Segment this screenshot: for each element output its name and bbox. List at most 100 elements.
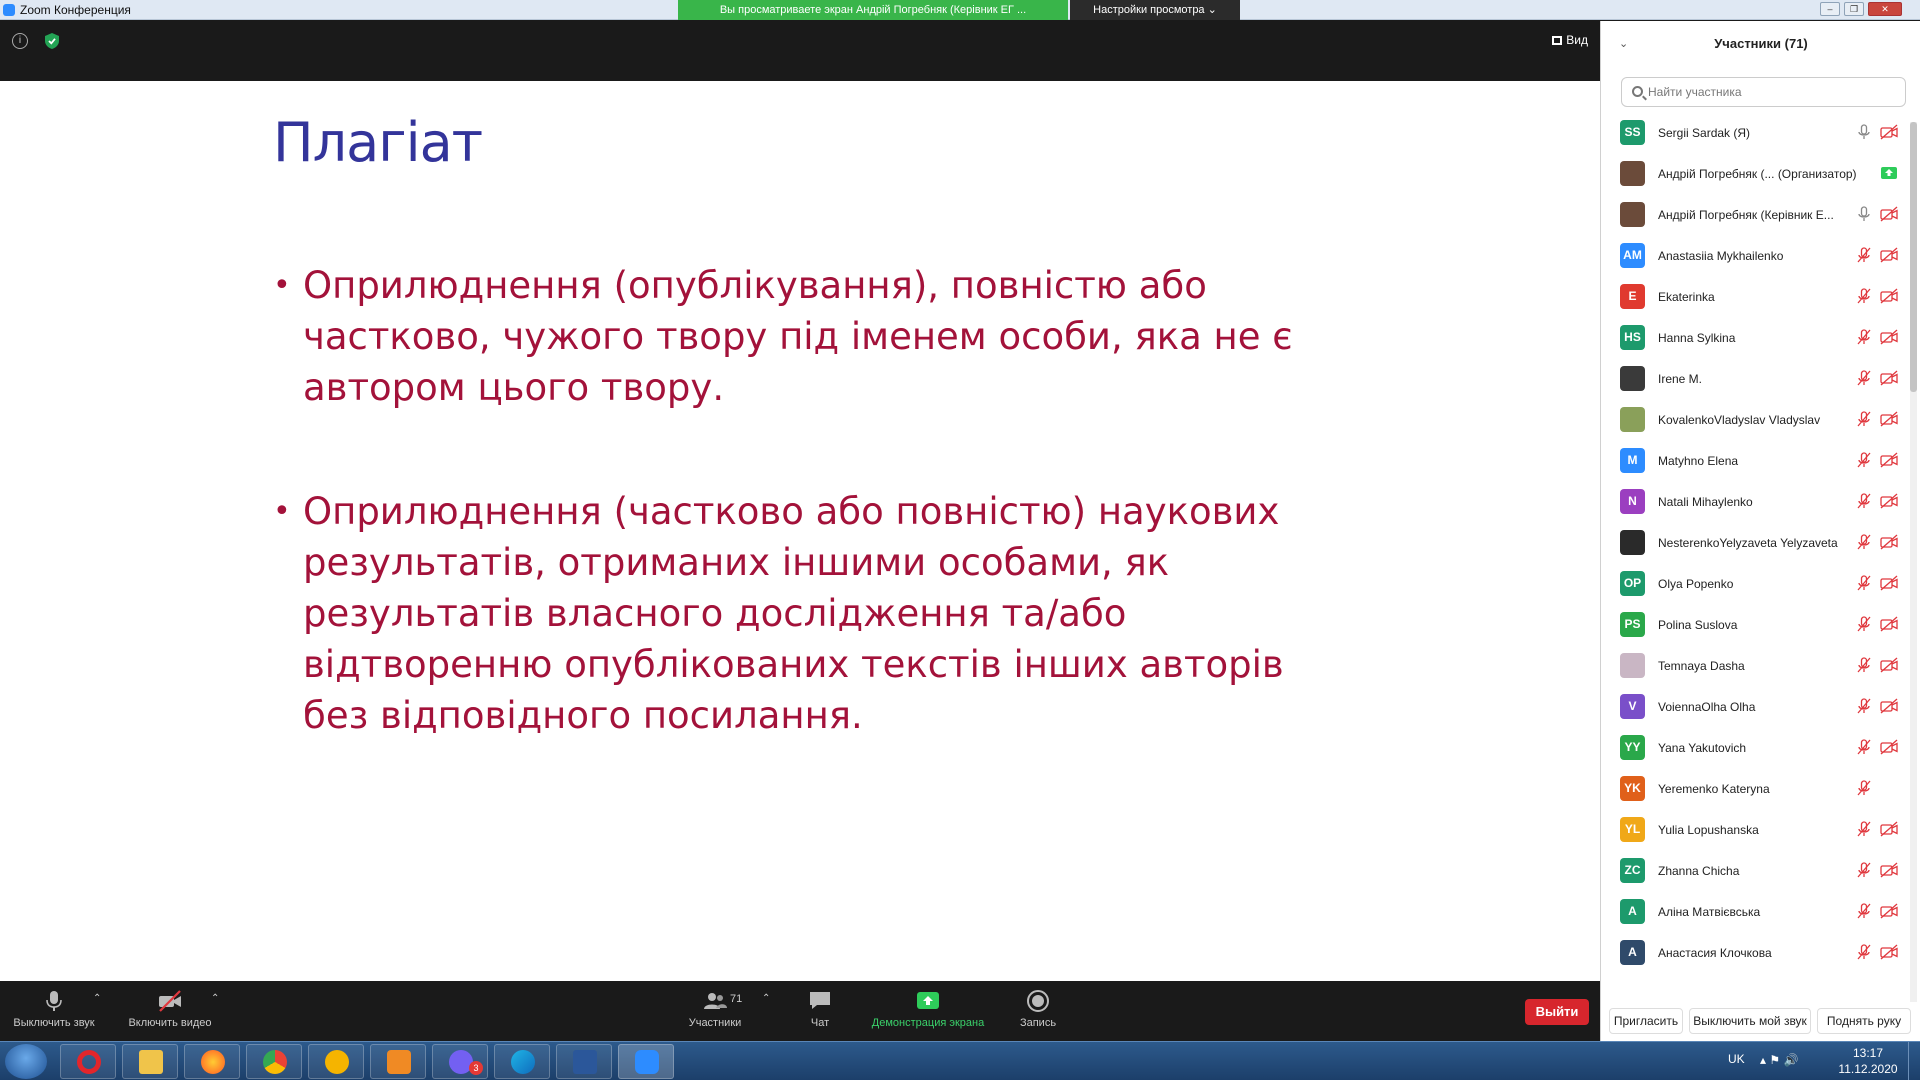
participant-name: Sergii Sardak (Я) <box>1658 126 1751 140</box>
record-button[interactable]: Запись <box>1010 981 1066 1041</box>
restore-button[interactable]: ❐ <box>1844 2 1864 16</box>
mic-muted-icon <box>1857 616 1871 632</box>
view-layout-button[interactable]: Вид <box>1552 33 1588 47</box>
participant-row[interactable]: M Matyhno Elena <box>1601 440 1911 481</box>
screen-share-icon <box>1881 167 1897 179</box>
mic-muted-icon <box>1857 944 1871 960</box>
avatar: YY <box>1620 735 1645 760</box>
participant-row[interactable]: Temnaya Dasha <box>1601 645 1911 686</box>
participants-panel-title: Участники (71) <box>1714 36 1808 51</box>
participant-row[interactable]: OP Olya Popenko <box>1601 563 1911 604</box>
edge-taskbar-button[interactable] <box>494 1044 550 1079</box>
shared-screen-slide: Плагіат • Оприлюднення (опублікування), … <box>0 81 1600 981</box>
participant-row[interactable]: SS Sergii Sardak (Я) <box>1601 112 1911 153</box>
participant-row[interactable]: А Аліна Матвієвська <box>1601 891 1911 932</box>
participant-row[interactable]: V VoiennaOlha Olha <box>1601 686 1911 727</box>
show-desktop-button[interactable] <box>1908 1042 1920 1080</box>
participant-name: NesterenkoYelyzaveta Yelyzaveta <box>1658 536 1838 550</box>
clock-date: 11.12.2020 <box>1838 1062 1898 1076</box>
record-label: Запись <box>1019 1017 1057 1029</box>
meeting-info-icon[interactable]: i <box>12 33 28 49</box>
video-off-icon <box>159 990 181 1012</box>
security-app-taskbar-button[interactable] <box>308 1044 364 1079</box>
avatar: А <box>1620 899 1645 924</box>
video-off-icon <box>1880 657 1898 673</box>
video-off-icon <box>1880 206 1898 222</box>
firefox-taskbar-button[interactable] <box>184 1044 240 1079</box>
meeting-toolbar: Выключить звук ⌃ Включить видео ⌃ Участн… <box>0 981 1600 1041</box>
video-off-icon <box>1880 575 1898 591</box>
mic-muted-icon <box>1857 534 1871 550</box>
video-off-icon <box>1880 534 1898 550</box>
participants-button[interactable]: Участники <box>680 981 750 1041</box>
avatar: ZC <box>1620 858 1645 883</box>
mute-button[interactable]: Выключить звук <box>8 981 100 1041</box>
participant-row[interactable]: YY Yana Yakutovich <box>1601 727 1911 768</box>
opera-taskbar-button[interactable] <box>60 1044 116 1079</box>
participants-scrollbar[interactable] <box>1910 122 1917 1002</box>
meeting-top-strip: i Вид <box>0 21 1600 81</box>
participant-search-input[interactable] <box>1648 82 1898 102</box>
participant-row[interactable]: N Natali Mihaylenko <box>1601 481 1911 522</box>
video-off-icon <box>1880 124 1898 140</box>
system-clock[interactable]: 13:17 11.12.2020 <box>1838 1045 1898 1077</box>
scrollbar-thumb[interactable] <box>1910 122 1917 392</box>
explorer-taskbar-button[interactable] <box>122 1044 178 1079</box>
input-language-indicator[interactable]: UK <box>1728 1052 1745 1066</box>
raise-hand-button[interactable]: Поднять руку <box>1817 1008 1911 1034</box>
start-button[interactable] <box>5 1044 47 1079</box>
participants-options-caret[interactable]: ⌃ <box>762 993 770 1004</box>
media-player-taskbar-button[interactable] <box>370 1044 426 1079</box>
record-icon <box>1027 990 1049 1012</box>
window-title: Zoom Конференция <box>20 3 131 17</box>
participant-row[interactable]: HS Hanna Sylkina <box>1601 317 1911 358</box>
participants-count: 71 <box>730 993 743 1005</box>
start-video-button[interactable]: Включить видео <box>120 981 220 1041</box>
tray-icons[interactable]: ▴ ⚑ 🔊 <box>1760 1053 1798 1067</box>
participant-row[interactable]: Irene M. <box>1601 358 1911 399</box>
video-off-icon <box>1880 247 1898 263</box>
participant-row[interactable]: E Ekaterinka <box>1601 276 1911 317</box>
participant-row[interactable]: AM Anastasiia Mykhailenko <box>1601 235 1911 276</box>
participant-row[interactable]: ZC Zhanna Chicha <box>1601 850 1911 891</box>
zoom-app-icon <box>3 4 15 16</box>
audio-options-caret[interactable]: ⌃ <box>93 993 101 1004</box>
share-screen-button[interactable]: Демонстрация экрана <box>862 981 994 1041</box>
word-taskbar-button[interactable] <box>556 1044 612 1079</box>
participant-search[interactable] <box>1621 77 1906 107</box>
invite-button[interactable]: Пригласить <box>1609 1008 1683 1034</box>
video-options-caret[interactable]: ⌃ <box>211 993 219 1004</box>
word-icon <box>573 1050 597 1074</box>
participant-row[interactable]: YL Yulia Lopushanska <box>1601 809 1911 850</box>
panel-footer: Пригласить Выключить мой звук Поднять ру… <box>1601 996 1920 1041</box>
chrome-taskbar-button[interactable] <box>246 1044 302 1079</box>
avatar: E <box>1620 284 1645 309</box>
video-off-icon <box>1880 411 1898 427</box>
video-off-icon <box>1880 862 1898 878</box>
encryption-shield-icon[interactable] <box>44 32 60 50</box>
participant-row[interactable]: KovalenkoVladyslav Vladyslav <box>1601 399 1911 440</box>
participant-row[interactable]: PS Polina Suslova <box>1601 604 1911 645</box>
avatar: HS <box>1620 325 1645 350</box>
minimize-button[interactable]: – <box>1820 2 1840 16</box>
share-screen-label: Демонстрация экрана <box>871 1017 985 1029</box>
participant-row[interactable]: А Анастасия Клочкова <box>1601 932 1911 973</box>
mic-muted-icon <box>1857 247 1871 263</box>
participant-row[interactable]: NesterenkoYelyzaveta Yelyzaveta <box>1601 522 1911 563</box>
mic-muted-icon <box>1857 698 1871 714</box>
close-window-button[interactable]: ✕ <box>1868 2 1902 16</box>
viber-taskbar-button[interactable]: 3 <box>432 1044 488 1079</box>
view-settings-button[interactable]: Настройки просмотра ⌄ <box>1070 0 1240 20</box>
mute-me-button[interactable]: Выключить мой звук <box>1689 1008 1811 1034</box>
zoom-taskbar-button[interactable] <box>618 1044 674 1079</box>
participant-name: Anastasiia Mykhailenko <box>1658 249 1784 263</box>
leave-meeting-button[interactable]: Выйти <box>1525 999 1589 1025</box>
bullet-dot: • <box>273 494 291 529</box>
participant-row[interactable]: Андрій Погребняк (... (Организатор) <box>1601 153 1911 194</box>
chrome-icon <box>263 1050 287 1074</box>
participant-row[interactable]: Андрій Погребняк (Керівник Е... <box>1601 194 1911 235</box>
participants-icon <box>704 993 727 1009</box>
participant-row[interactable]: YK Yeremenko Kateryna <box>1601 768 1911 809</box>
chat-button[interactable]: Чат <box>795 981 845 1041</box>
mic-icon <box>1858 124 1870 139</box>
